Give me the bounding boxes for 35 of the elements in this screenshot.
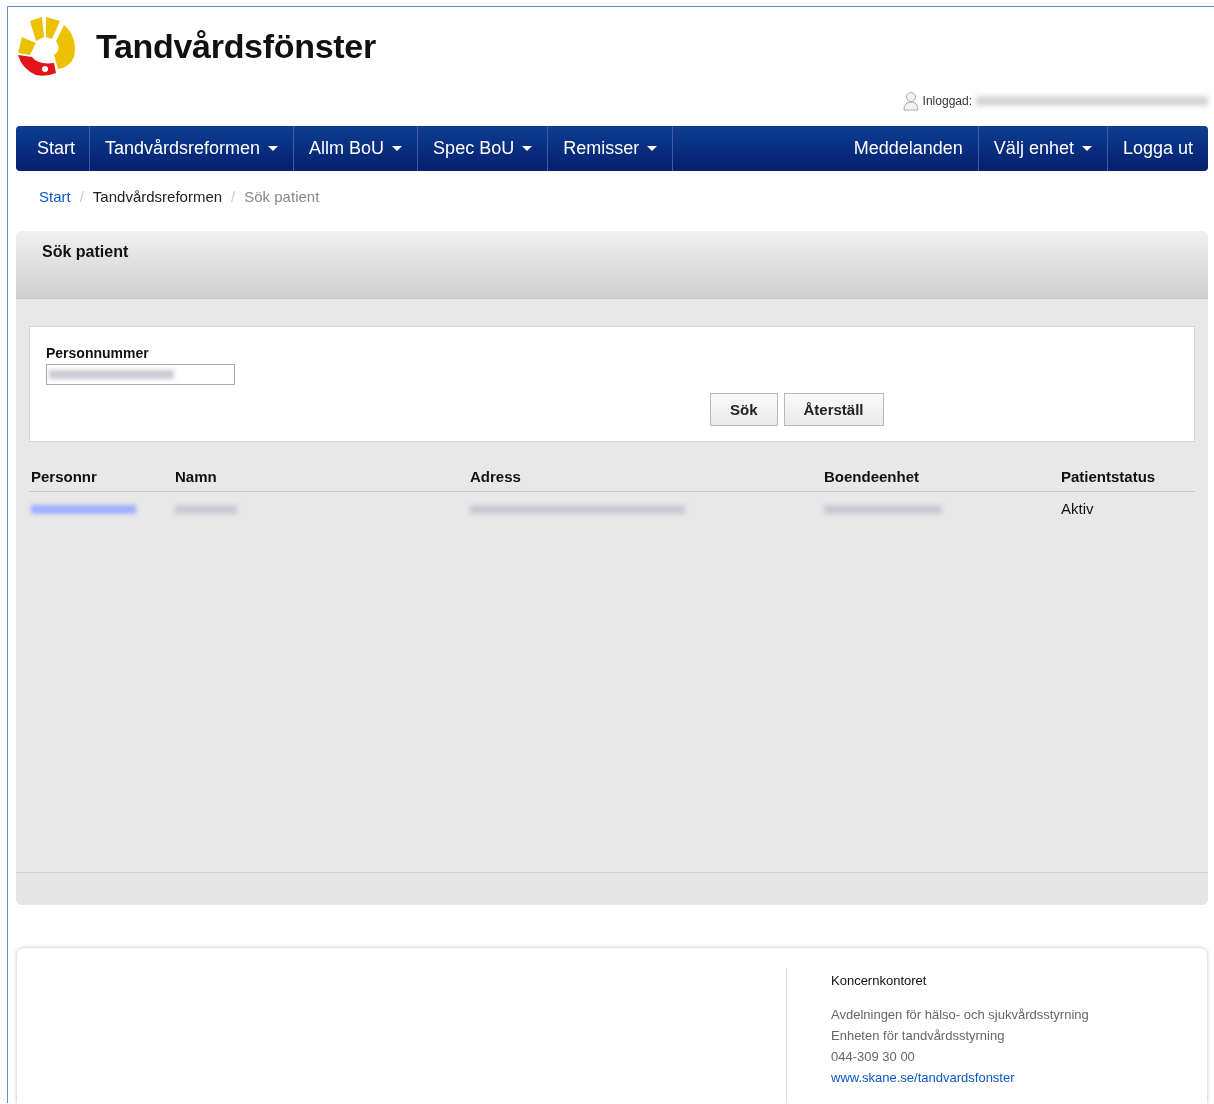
footer-text: 044-309 30 00 [831,1048,916,1066]
login-label: Inloggad: [922,94,972,108]
column-header: Personnr [29,464,173,492]
personnummer-input[interactable] [46,364,235,385]
footer-heading: Koncernkontoret [831,972,928,990]
breadcrumb-separator: / [78,187,85,205]
panel-title: Sök patient [42,243,130,261]
nav-menu-item[interactable]: Start [16,126,89,171]
breadcrumb-current: Sök patient [244,187,320,205]
nav-menu-item[interactable]: Remisser [547,126,673,171]
nav-menu-item[interactable]: Välj enhet [977,126,1107,171]
column-header: Patientstatus [1059,464,1195,492]
redacted-link[interactable] [31,505,136,514]
user-icon [902,91,919,111]
column-header: Adress [468,464,822,492]
column-header: Namn [173,464,468,492]
nav-menu-item[interactable]: Tandvårdsreformen [89,126,294,171]
logo-icon [16,15,78,77]
nav-menu-item[interactable]: Meddelanden [838,126,978,171]
redacted-text [175,505,237,514]
nav-menu-item[interactable]: Spec BoU [417,126,548,171]
nav-menu-item[interactable]: Logga ut [1106,126,1208,171]
field-label: Personnummer [46,345,150,361]
nav-menu-item[interactable]: Allm BoU [293,126,418,171]
breadcrumb-link[interactable]: Start [39,187,71,205]
reset-button[interactable]: Återställ [783,393,884,426]
breadcrumb-link[interactable]: Tandvårdsreformen [92,187,223,205]
column-header: Boendeenhet [822,464,1059,492]
footer-text: Enheten för tandvårdsstyrning [831,1027,1006,1045]
table-cell: Aktiv [1059,491,1195,525]
site-title: Tandvårdsfönster [96,26,376,66]
search-button[interactable]: Sök [710,393,778,426]
footer-link[interactable]: www.skane.se/tandvardsfonster [831,1067,1015,1088]
footer-text: Avdelningen för hälso- och sjukvårdsstyrning [831,1006,1089,1024]
breadcrumb-separator: / [230,187,237,205]
